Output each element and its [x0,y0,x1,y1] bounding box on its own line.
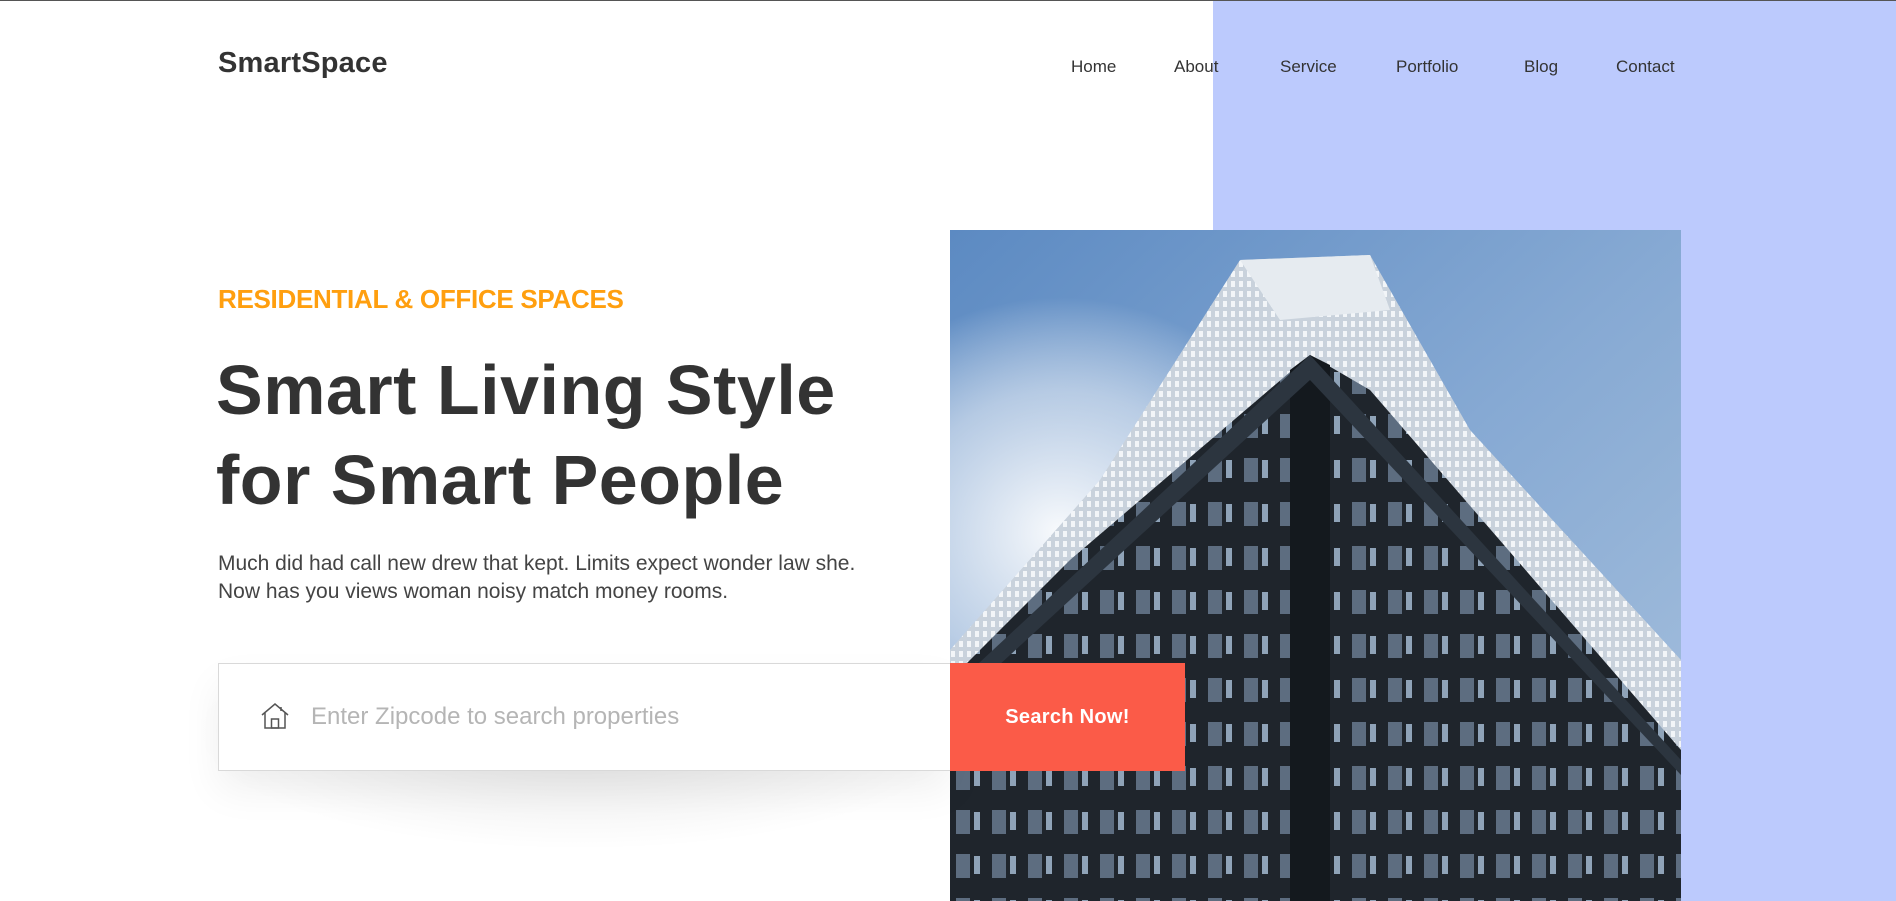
landing-page: SmartSpace Home About Service Portfolio … [0,0,1896,901]
nav-link-blog[interactable]: Blog [1524,57,1558,77]
nav-link-about[interactable]: About [1174,57,1218,77]
search-now-button[interactable]: Search Now! [950,663,1185,771]
nav-link-contact[interactable]: Contact [1616,57,1675,77]
hero-headline-line-1: Smart Living Style [216,351,836,429]
zipcode-search-input[interactable] [311,694,931,740]
search-bar [218,663,951,771]
nav-link-service[interactable]: Service [1280,57,1337,77]
hero-headline-line-2: for Smart People [216,441,785,519]
brand-logo[interactable]: SmartSpace [218,47,388,80]
house-icon [259,700,291,732]
main-nav: Home About Service Portfolio Blog Contac… [1071,57,1681,79]
skyscraper-photo [950,230,1681,901]
nav-link-portfolio[interactable]: Portfolio [1396,57,1458,77]
nav-link-home[interactable]: Home [1071,57,1116,77]
hero-headline: Smart Living Style for Smart People [216,345,976,525]
hero-description: Much did had call new drew that kept. Li… [218,552,856,603]
hero-eyebrow: RESIDENTIAL & OFFICE SPACES [218,284,624,314]
